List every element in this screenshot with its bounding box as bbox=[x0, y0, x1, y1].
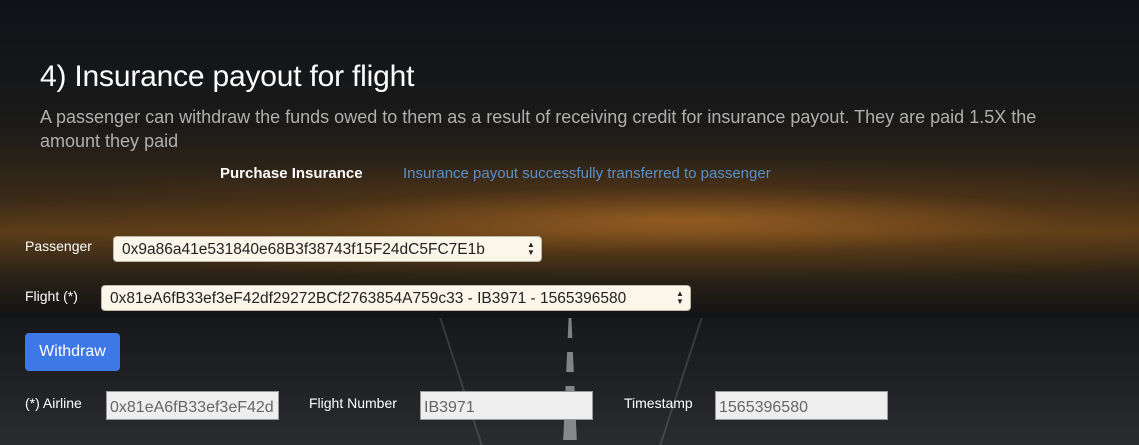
select-arrows-icon: ▲ ▼ bbox=[527, 240, 535, 257]
flight-label: Flight (*) bbox=[25, 288, 78, 304]
passenger-select[interactable]: 0x9a86a41e531840e68B3f38743f15F24dC5FC7E… bbox=[113, 236, 542, 262]
purchase-insurance-label: Purchase Insurance bbox=[220, 165, 363, 182]
status-message: Insurance payout successfully transferre… bbox=[403, 165, 771, 182]
airline-input[interactable] bbox=[106, 391, 279, 420]
flight-number-label: Flight Number bbox=[309, 395, 397, 411]
flight-select-value: 0x81eA6fB33ef3eF42df29272BCf2763854A759c… bbox=[110, 290, 627, 307]
select-arrows-icon: ▲ ▼ bbox=[676, 289, 684, 306]
timestamp-label: Timestamp bbox=[624, 395, 693, 411]
airline-label: (*) Airline bbox=[25, 395, 82, 411]
passenger-select-value: 0x9a86a41e531840e68B3f38743f15F24dC5FC7E… bbox=[122, 241, 485, 258]
withdraw-button[interactable]: Withdraw bbox=[25, 333, 120, 371]
flight-select[interactable]: 0x81eA6fB33ef3eF42df29272BCf2763854A759c… bbox=[101, 285, 691, 311]
page-title: 4) Insurance payout for flight bbox=[40, 60, 415, 93]
passenger-label: Passenger bbox=[25, 238, 92, 254]
flight-number-input[interactable] bbox=[420, 391, 593, 420]
timestamp-input[interactable] bbox=[715, 391, 888, 420]
page-description: A passenger can withdraw the funds owed … bbox=[40, 107, 1037, 151]
